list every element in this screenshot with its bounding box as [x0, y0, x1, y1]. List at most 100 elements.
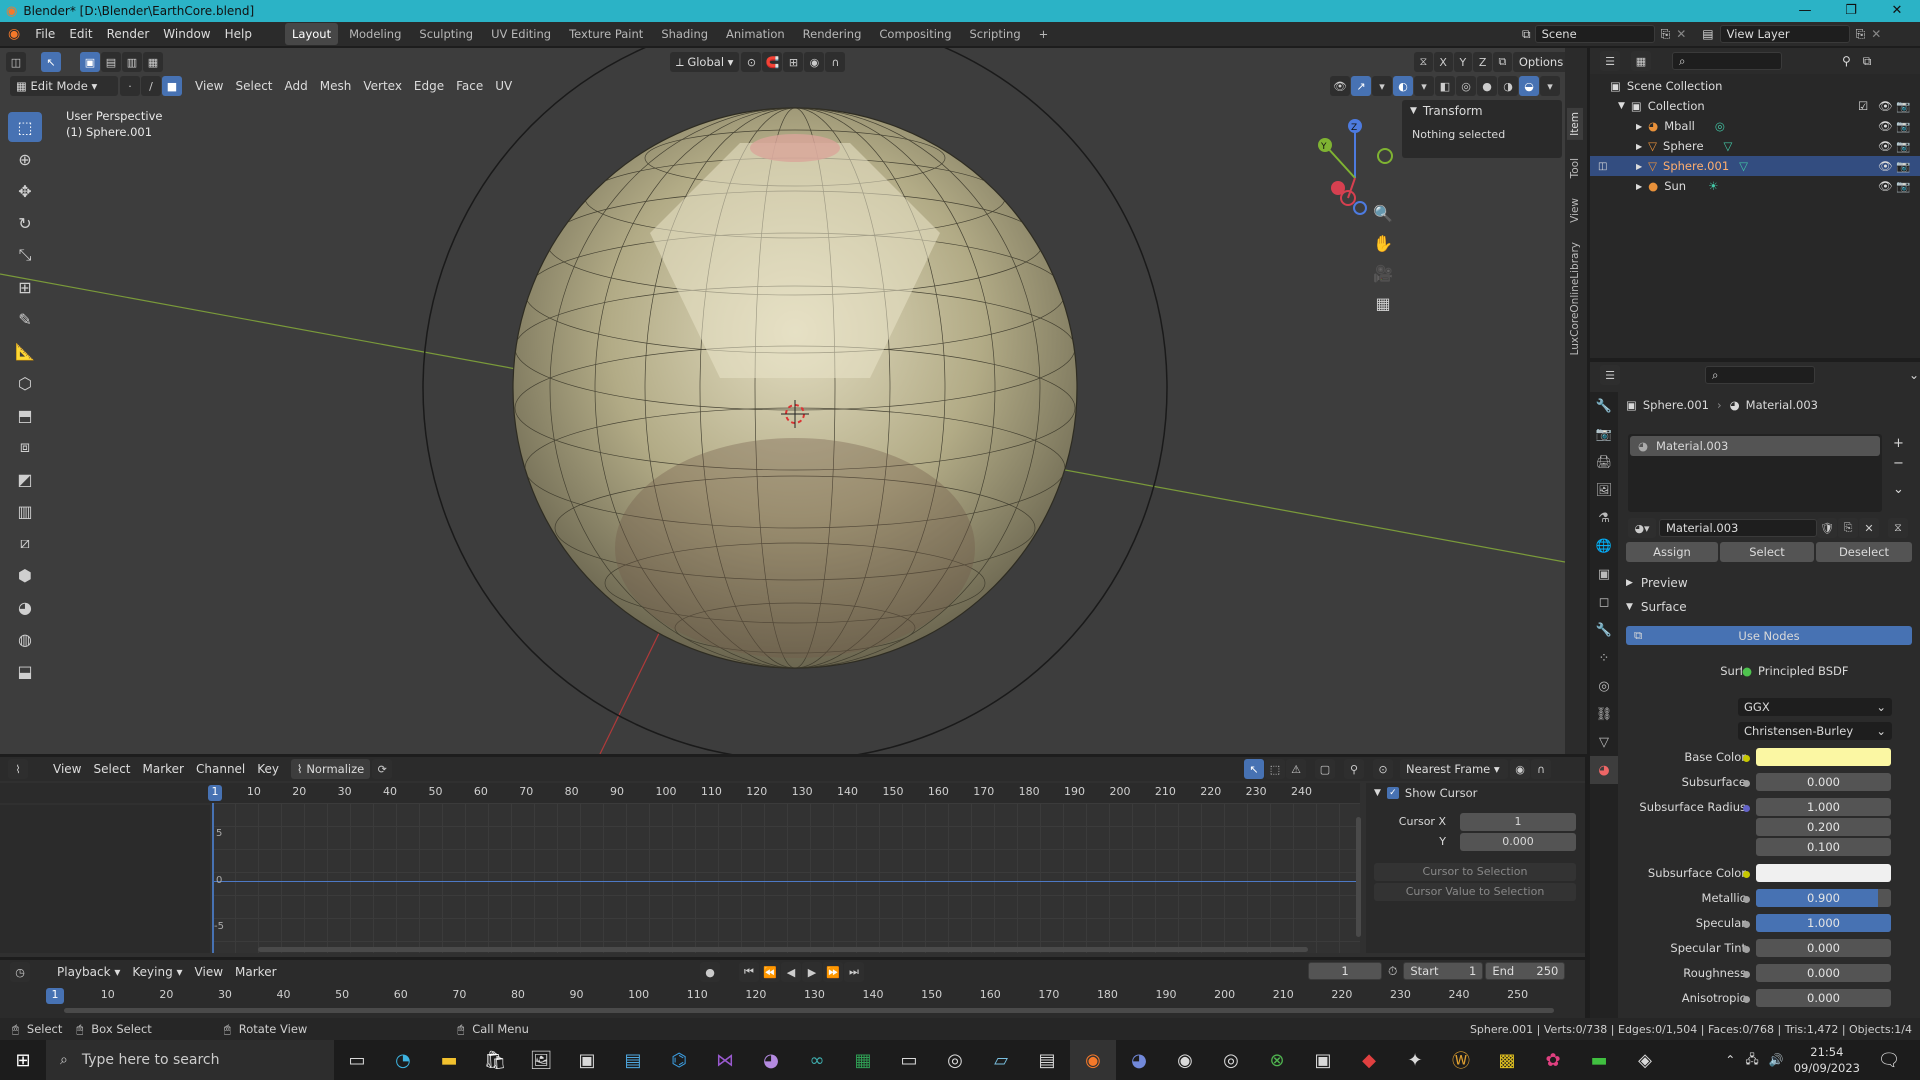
select-mode-icon[interactable]: ↖ — [41, 52, 61, 72]
expand-icon[interactable]: ▶ — [1636, 122, 1642, 131]
graph-menu-marker[interactable]: Marker — [137, 762, 190, 776]
expand-icon[interactable]: ▶ — [1636, 182, 1642, 191]
menu-edge[interactable]: Edge — [408, 79, 450, 93]
socket-icon[interactable] — [1743, 971, 1750, 978]
app-icon-15[interactable]: ▱ — [978, 1040, 1024, 1080]
pivot-icon[interactable]: ⊙ — [741, 52, 762, 72]
app-icon-24[interactable]: ✦ — [1392, 1040, 1438, 1080]
snap-mode-dropdown[interactable]: Nearest Frame ▾ — [1400, 759, 1508, 779]
socket-icon[interactable] — [1743, 755, 1750, 762]
unlink-material-icon[interactable]: ✕ — [1859, 518, 1879, 538]
mirror-x-button[interactable]: X — [1433, 52, 1453, 72]
scene-tab-icon[interactable]: ⚗ — [1590, 504, 1618, 532]
clock[interactable]: 21:54 09/09/2023 — [1794, 1044, 1860, 1076]
edge-icon[interactable]: ◔ — [380, 1040, 426, 1080]
graph-grid[interactable] — [212, 803, 1360, 953]
menu-uv[interactable]: UV — [489, 79, 518, 93]
physics-tab-icon[interactable]: ◎ — [1590, 672, 1618, 700]
app-icon-16[interactable]: ▤ — [1024, 1040, 1070, 1080]
subsurface-radius-x-field[interactable]: 1.000 — [1756, 798, 1891, 816]
expand-icon[interactable]: ▼ — [1618, 101, 1625, 111]
tab-compositing[interactable]: Compositing — [872, 23, 958, 45]
mode-dropdown[interactable]: ▦ Edit Mode ▾ — [10, 76, 118, 96]
refresh-icon[interactable]: ⟳ — [372, 759, 393, 779]
show-hidden-icon[interactable]: ⬚ — [1265, 759, 1285, 779]
collection-tab-icon[interactable]: ▣ — [1590, 560, 1618, 588]
app-icon-22[interactable]: ▣ — [1300, 1040, 1346, 1080]
select-extend-icon[interactable]: ▤ — [101, 52, 121, 72]
excel-icon[interactable]: ▦ — [840, 1040, 886, 1080]
edge-select-icon[interactable]: / — [141, 76, 161, 96]
new-view-layer-icon[interactable]: ⎘ — [1856, 27, 1866, 42]
display-mode-icon[interactable]: ▦ — [1631, 51, 1651, 71]
camera-icon[interactable]: 📷 — [1896, 139, 1910, 153]
edge-slide-tool[interactable]: ⬓ — [8, 656, 42, 686]
select-subtract-icon[interactable]: ▥ — [122, 52, 142, 72]
mesh-options-icon[interactable]: ⧉ — [1493, 52, 1512, 72]
cursor-x-field[interactable]: 1 — [1460, 813, 1576, 831]
options-chevron-icon[interactable]: ⌄ — [1909, 368, 1919, 382]
app-icon-26[interactable]: ▩ — [1484, 1040, 1530, 1080]
view-layer-icon[interactable]: ▤ — [1702, 27, 1713, 41]
view-layer-field[interactable]: View Layer — [1719, 25, 1850, 43]
record-icon[interactable]: ● — [700, 962, 720, 982]
cursor-y-field[interactable]: 0.000 — [1460, 833, 1576, 851]
material-name-field[interactable]: Material.003 — [1659, 519, 1817, 537]
tab-texture-paint[interactable]: Texture Paint — [562, 23, 650, 45]
annotate-tool[interactable]: ✎ — [8, 304, 42, 334]
transform-orientation-dropdown[interactable]: ⟂ Global ▾ — [670, 52, 740, 72]
pivot-point-icon[interactable]: ⊙ — [1373, 759, 1393, 779]
menu-mesh[interactable]: Mesh — [314, 79, 358, 93]
fake-user-icon[interactable]: 🛡 — [1817, 518, 1837, 538]
app-icon-23[interactable]: ◆ — [1346, 1040, 1392, 1080]
outliner-item-sun[interactable]: ▶ ● Sun ☀ 👁 📷 — [1590, 176, 1920, 196]
arduino-icon[interactable]: ∞ — [794, 1040, 840, 1080]
horizontal-scrollbar[interactable] — [258, 947, 1308, 952]
socket-icon[interactable] — [1743, 921, 1750, 928]
timeline-scrollbar[interactable] — [64, 1008, 1554, 1013]
select-intersect-icon[interactable]: ▦ — [143, 52, 163, 72]
eye-icon[interactable]: 👁 — [1878, 139, 1893, 153]
graph-menu-key[interactable]: Key — [251, 762, 285, 776]
playhead-marker[interactable]: 1 — [208, 785, 222, 801]
proportional-edit-icon[interactable]: ◉ — [804, 52, 825, 72]
show-cursor-row[interactable]: ▼ ✓ Show Cursor — [1366, 783, 1585, 803]
tab-uv-editing[interactable]: UV Editing — [484, 23, 558, 45]
camera-icon[interactable]: 📷 — [1896, 99, 1910, 113]
pan-hand-icon[interactable]: ✋ — [1370, 230, 1396, 256]
store-icon[interactable]: 🛍 — [472, 1040, 518, 1080]
move-tool[interactable]: ✥ — [8, 176, 42, 206]
transform-tool[interactable]: ⊞ — [8, 272, 42, 302]
sidebar-tab-item[interactable]: Item — [1567, 108, 1583, 140]
remove-slot-icon[interactable]: − — [1893, 454, 1904, 474]
select-button[interactable]: Select — [1720, 542, 1814, 562]
subsurface-radius-z-field[interactable]: 0.100 — [1756, 838, 1891, 856]
app-icon-6[interactable]: ▣ — [564, 1040, 610, 1080]
material-shading-icon[interactable]: ◑ — [1498, 76, 1518, 96]
github-icon[interactable]: ◕ — [748, 1040, 794, 1080]
timeline[interactable]: ◷ Playback ▾ Keying ▾ View Marker ● ⏮ ⏪ … — [0, 960, 1585, 1026]
file-explorer-icon[interactable]: ▬ — [426, 1040, 472, 1080]
camera-icon[interactable]: 📷 — [1896, 119, 1910, 133]
rendered-shading-icon[interactable]: ◒ — [1519, 76, 1539, 96]
graph-menu-select[interactable]: Select — [87, 762, 136, 776]
task-view-icon[interactable]: ▭ — [334, 1040, 380, 1080]
vertical-scrollbar[interactable] — [1356, 817, 1361, 937]
timeline-ruler[interactable]: 10 20 30 40 50 60 70 80 90 100 110 120 130 140 150 160 1… — [0, 986, 1585, 1004]
socket-icon[interactable] — [1743, 805, 1750, 812]
discord-icon[interactable]: ◕ — [1116, 1040, 1162, 1080]
timeline-menu-view[interactable]: View — [189, 965, 229, 979]
slot-menu-icon[interactable]: ⌄ — [1893, 480, 1904, 500]
graph-menu-channel[interactable]: Channel — [190, 762, 251, 776]
menu-file[interactable]: File — [28, 22, 62, 46]
smooth-tool[interactable]: ◍ — [8, 624, 42, 654]
current-frame-field[interactable]: 1 — [1308, 962, 1382, 980]
sidebar-tab-tool[interactable]: Tool — [1567, 154, 1583, 182]
subsurface-color-swatch[interactable] — [1756, 864, 1891, 882]
steam-icon[interactable]: ◉ — [1162, 1040, 1208, 1080]
assign-button[interactable]: Assign — [1626, 542, 1718, 562]
transform-panel-header[interactable]: ▼ Transform — [1402, 100, 1562, 122]
gizmo-toggle-icon[interactable]: ↗ — [1351, 76, 1371, 96]
bevel-tool[interactable]: ◩ — [8, 464, 42, 494]
add-cube-tool[interactable]: ⬡ — [8, 368, 42, 398]
